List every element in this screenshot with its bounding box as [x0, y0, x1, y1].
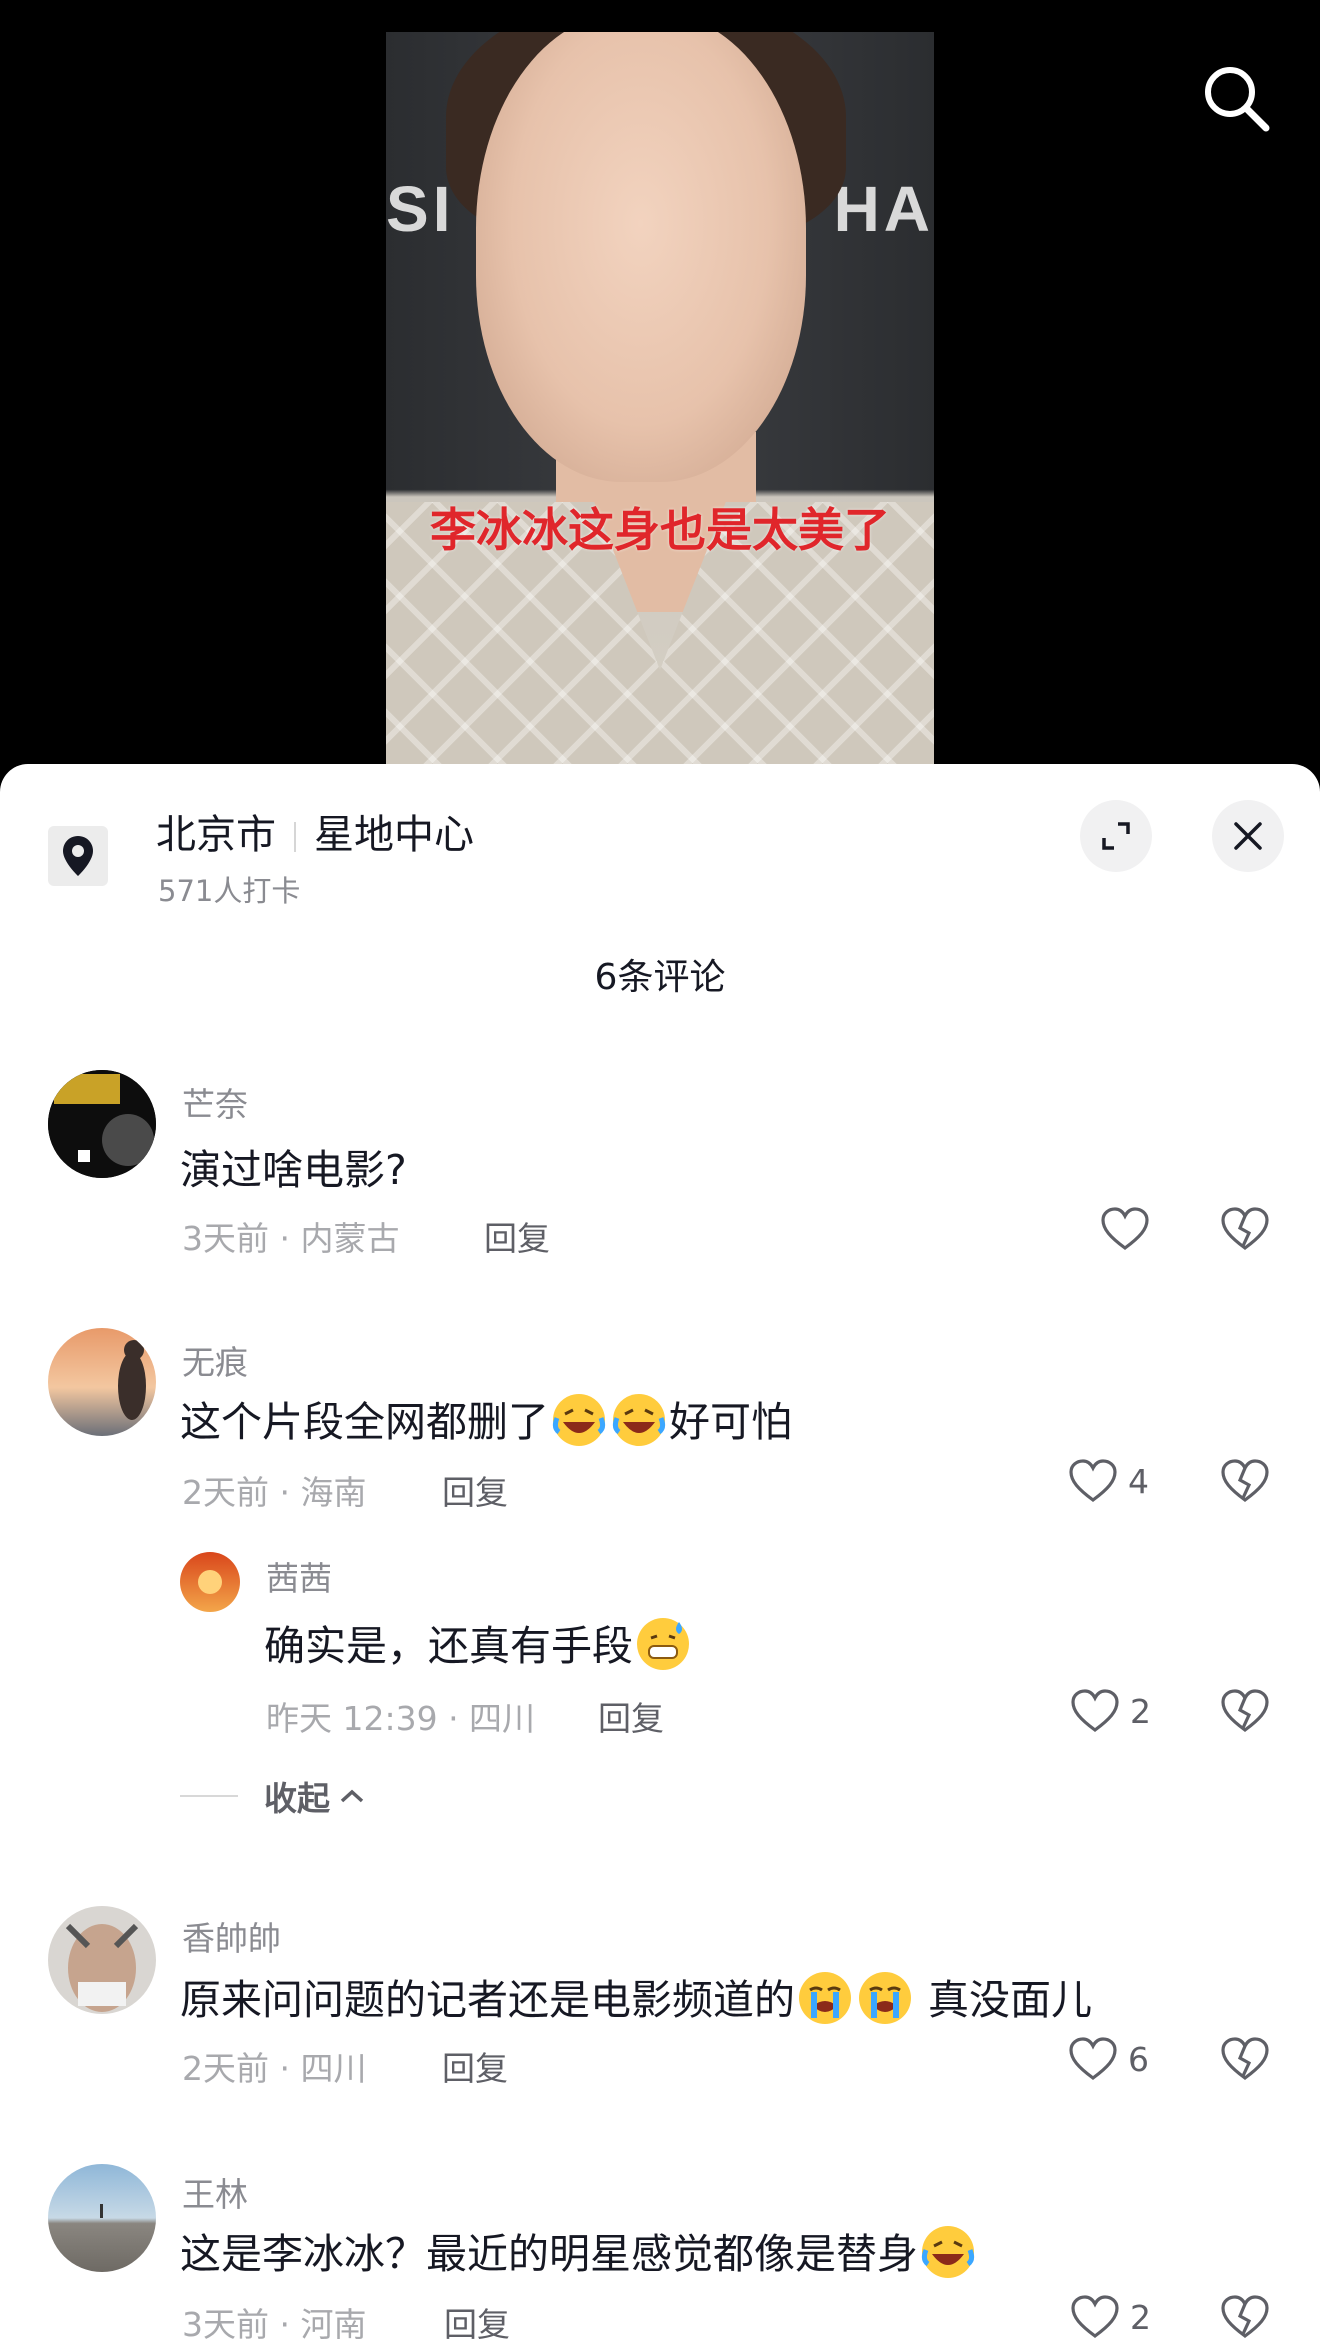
reply-button[interactable]: 回复	[444, 2298, 510, 2346]
expand-button[interactable]	[1080, 800, 1152, 872]
comment-text-part: 好可怕	[669, 1398, 792, 1446]
like-count: 4	[1128, 1461, 1149, 1501]
video-player[interactable]: SI HA 李冰冰这身也是太美了	[0, 0, 1320, 770]
comment-text-part: 这个片段全网都删了	[180, 1398, 549, 1446]
comment-item: 芒奈 演过啥电影? 3天前 · 内蒙古 回复	[0, 1070, 1320, 1310]
comment-text: 演过啥电影?	[180, 1146, 407, 1194]
heart-icon	[1069, 1459, 1117, 1502]
video-frame[interactable]: SI HA 李冰冰这身也是太美了	[386, 32, 934, 770]
broken-heart-icon	[1221, 1689, 1269, 1732]
comment-username[interactable]: 芒奈	[182, 1078, 248, 1126]
laughing-crying-emoji	[612, 1394, 666, 1446]
reply-button[interactable]: 回复	[442, 1466, 508, 1514]
like-button[interactable]: 6	[1068, 2036, 1149, 2082]
reply-username[interactable]: 茜茜	[266, 1552, 332, 1600]
backdrop-text-left: SI	[386, 173, 455, 245]
search-button[interactable]	[1196, 58, 1276, 138]
reply-text: 确实是，还真有手段	[264, 1612, 693, 1672]
broken-heart-icon	[1221, 2295, 1269, 2338]
like-count: 6	[1128, 2039, 1149, 2079]
like-button[interactable]: 2	[1070, 2294, 1151, 2340]
heart-icon	[1069, 2037, 1117, 2080]
avatar[interactable]	[48, 1328, 156, 1436]
dislike-button[interactable]	[1220, 1206, 1270, 1256]
location-pin-badge[interactable]	[48, 826, 108, 886]
comment-text: 这个片段全网都删了 好可怕	[180, 1388, 792, 1448]
comment-count: 6条评论	[594, 957, 726, 998]
dislike-button[interactable]	[1220, 2036, 1270, 2086]
comment-meta: 2天前 · 海南	[182, 1473, 367, 1512]
laughing-crying-emoji	[921, 2226, 975, 2278]
heart-icon	[1101, 1207, 1149, 1250]
location-checkins: 571人打卡	[158, 874, 301, 908]
collapse-label: 收起	[264, 1779, 330, 1818]
dislike-button[interactable]	[1220, 1458, 1270, 1508]
like-count: 2	[1130, 2297, 1151, 2337]
location-title[interactable]: 北京市 星地中心	[156, 802, 474, 860]
comment-text-part: 原来问问题的记者还是电影频道的	[180, 1976, 795, 2024]
grinning-sweat-emoji	[637, 1618, 689, 1670]
backdrop-text-right: HA	[833, 173, 934, 245]
avatar[interactable]	[48, 1070, 156, 1178]
close-icon	[1234, 822, 1262, 850]
comment-item: 王林 这是李冰冰？最近的明星感觉都像是替身 3天前 · 河南 回复 2	[0, 2164, 1320, 2346]
collapse-line	[180, 1795, 238, 1797]
collapse-replies-button[interactable]: 收起	[180, 1772, 366, 1820]
comment-username[interactable]: 香帥帥	[182, 1912, 281, 1960]
comment-meta: 3天前 · 内蒙古	[182, 1219, 400, 1258]
video-subject-face	[476, 32, 806, 482]
loudly-crying-emoji	[859, 1972, 911, 2024]
dislike-button[interactable]	[1220, 1688, 1270, 1738]
comment-meta: 3天前 · 河南	[182, 2305, 367, 2344]
location-city: 北京市	[156, 812, 276, 858]
loudly-crying-emoji	[799, 1972, 851, 2024]
avatar[interactable]	[48, 2164, 156, 2272]
reply-button[interactable]: 回复	[442, 2042, 508, 2090]
like-button[interactable]	[1100, 1206, 1150, 1252]
comment-item: 无痕 这个片段全网都删了 好可怕 2天前 · 海南 回复 4 茜茜 确实是，还真…	[0, 1328, 1320, 1848]
avatar[interactable]	[180, 1552, 240, 1612]
close-button[interactable]	[1212, 800, 1284, 872]
heart-icon	[1071, 2295, 1119, 2338]
video-caption: 李冰冰这身也是太美了	[430, 503, 890, 557]
comment-text: 原来问问题的记者还是电影频道的 真没面儿	[180, 1966, 1092, 2026]
reply-button[interactable]: 回复	[598, 1692, 664, 1740]
avatar[interactable]	[48, 1906, 156, 2014]
broken-heart-icon	[1221, 1459, 1269, 1502]
comment-text-part: 真没面儿	[915, 1976, 1093, 2024]
map-pin-icon	[63, 836, 93, 876]
broken-heart-icon	[1221, 2037, 1269, 2080]
comment-username[interactable]: 王林	[182, 2168, 248, 2216]
comment-text: 这是李冰冰？最近的明星感觉都像是替身	[180, 2220, 978, 2280]
reply-text-part: 确实是，还真有手段	[264, 1622, 633, 1670]
like-button[interactable]: 4	[1068, 1458, 1149, 1504]
laughing-crying-emoji	[552, 1394, 606, 1446]
search-icon	[1205, 67, 1270, 132]
chevron-up-icon	[340, 1789, 364, 1803]
dislike-button[interactable]	[1220, 2294, 1270, 2344]
comment-username[interactable]: 无痕	[182, 1336, 248, 1384]
broken-heart-icon	[1221, 1207, 1269, 1250]
comments-sheet: 北京市 星地中心 571人打卡 6条评论 芒奈 演过啥电影? 3天前 · 内蒙古 …	[0, 764, 1320, 2346]
expand-icon	[1102, 822, 1130, 850]
location-place: 星地中心	[314, 812, 474, 858]
reply-meta: 昨天 12:39 · 四川	[266, 1699, 536, 1738]
location-divider	[294, 822, 296, 852]
like-button[interactable]: 2	[1070, 1688, 1151, 1734]
reply-button[interactable]: 回复	[484, 1212, 550, 1260]
comment-item: 香帥帥 原来问问题的记者还是电影频道的 真没面儿 2天前 · 四川 回复 6	[0, 1906, 1320, 2146]
comment-text-part: 这是李冰冰？最近的明星感觉都像是替身	[180, 2230, 918, 2278]
like-count: 2	[1130, 1691, 1151, 1731]
comment-meta: 2天前 · 四川	[182, 2049, 367, 2088]
heart-icon	[1071, 1689, 1119, 1732]
